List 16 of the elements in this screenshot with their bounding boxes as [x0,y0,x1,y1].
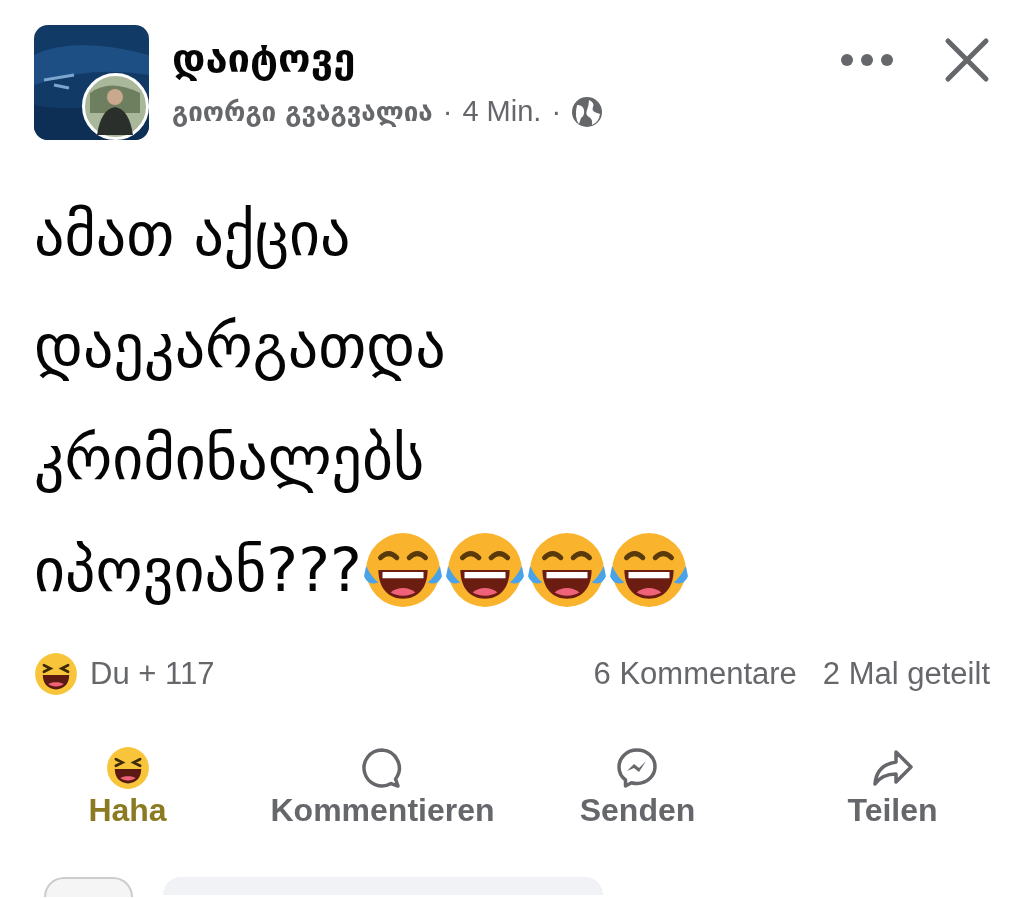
author-name[interactable]: გიორგი გვაგვალია [172,96,433,127]
reaction-count[interactable]: Du + 117 [90,656,215,692]
post-text-line: დაეკარგათდა [34,310,446,383]
share-count[interactable]: 2 Mal geteilt [822,656,990,692]
separator-dot: · [551,95,562,128]
post-text-line: იპოვიან??? [34,534,362,607]
post-time[interactable]: 4 Min. [462,95,542,128]
post-text-line: კრიმინალებს [34,422,425,495]
share-button[interactable]: Teilen [847,746,938,829]
haha-button[interactable]: Haha [88,746,167,829]
separator-dot: · [442,95,453,128]
group-name[interactable]: დაიტოვე [172,35,356,81]
comment-button[interactable]: Kommentieren [270,746,495,829]
send-button[interactable]: Senden [579,746,696,829]
post-text-line: ამათ აქცია [34,198,351,271]
comment-count[interactable]: 6 Kommentare [593,656,797,692]
